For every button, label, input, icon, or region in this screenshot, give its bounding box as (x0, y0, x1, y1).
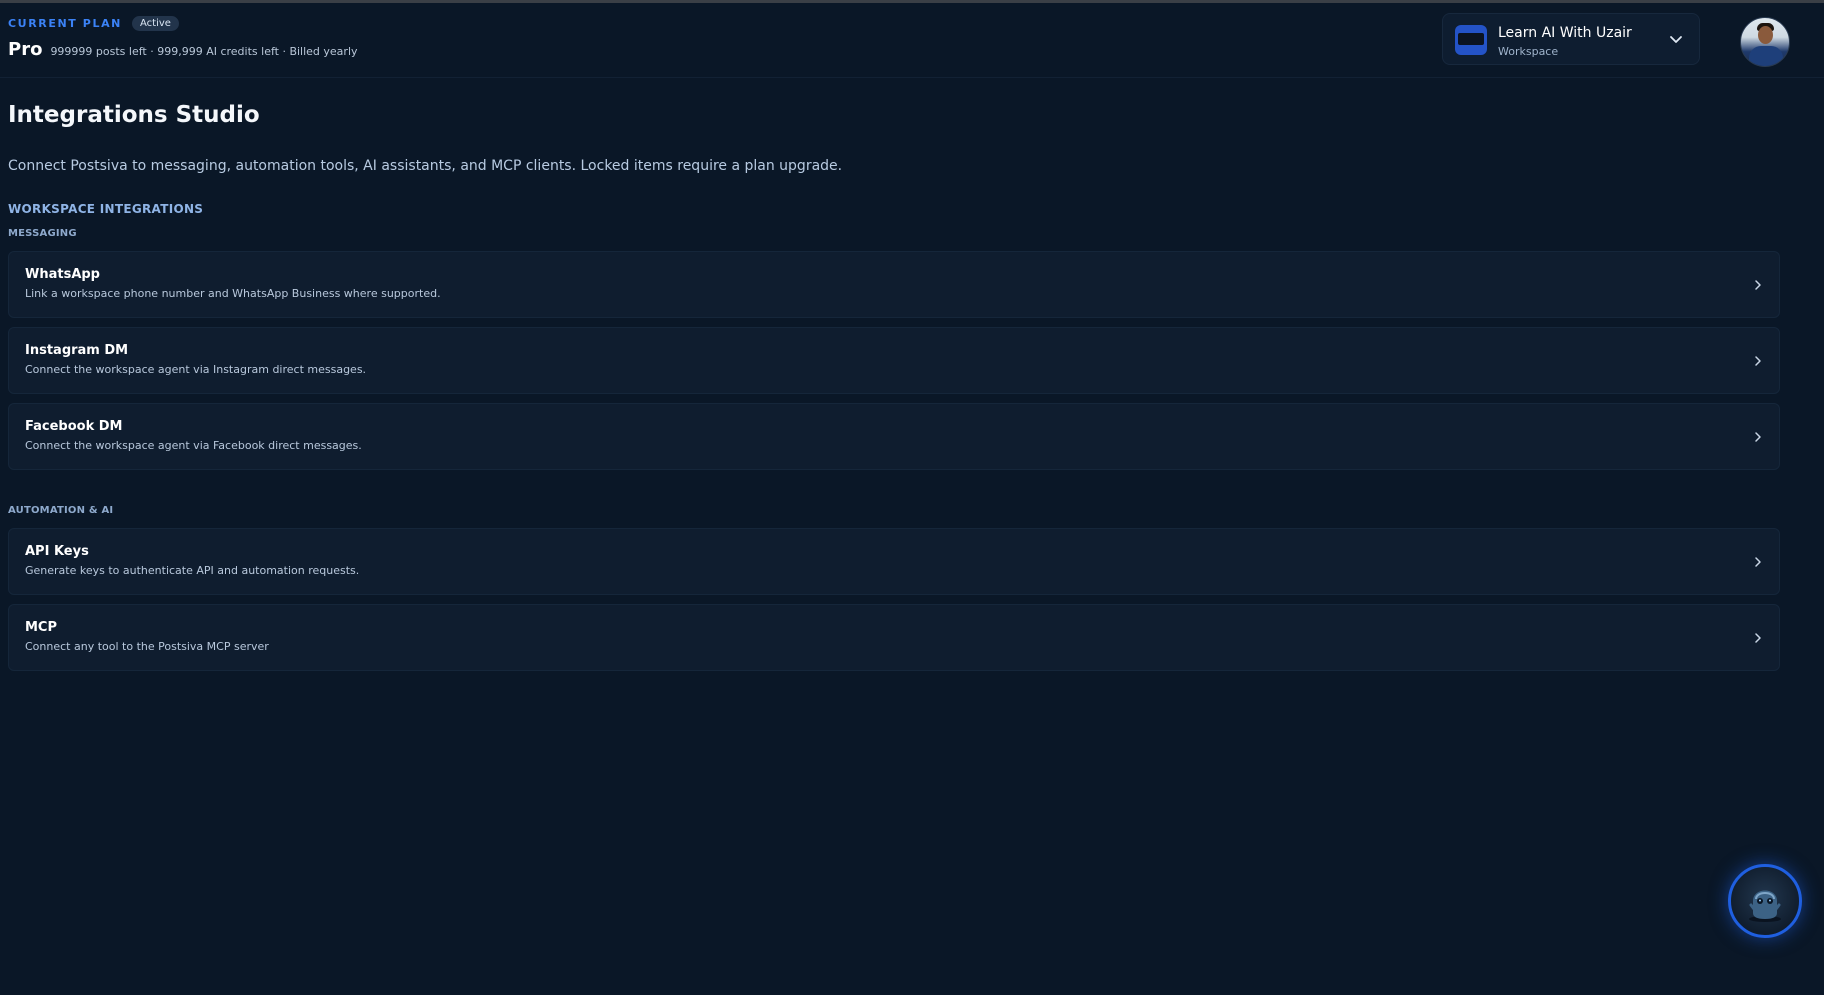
status-badge: Active (132, 16, 179, 31)
workspace-switcher[interactable]: Learn AI With Uzair Workspace (1442, 13, 1700, 65)
integration-title: Instagram DM (25, 343, 129, 358)
chevron-right-icon (1755, 557, 1761, 567)
page-title: Integrations Studio (8, 102, 260, 128)
assistant-chat-button[interactable] (1728, 864, 1802, 938)
integration-card-api-keys[interactable]: API Keys Generate keys to authenticate A… (8, 528, 1780, 595)
chevron-right-icon (1755, 633, 1761, 643)
integration-title: WhatsApp (25, 267, 100, 282)
integration-description: Connect the workspace agent via Facebook… (25, 439, 362, 452)
workspace-logo (1455, 25, 1487, 55)
integration-description: Link a workspace phone number and WhatsA… (25, 287, 441, 300)
integration-card-mcp[interactable]: MCP Connect any tool to the Postsiva MCP… (8, 604, 1780, 671)
integration-title: API Keys (25, 544, 89, 559)
integration-description: Generate keys to authenticate API and au… (25, 564, 360, 577)
robot-assistant-icon (1749, 890, 1781, 922)
integration-title: MCP (25, 620, 58, 635)
workspace-name: Learn AI With Uzair (1498, 25, 1632, 41)
group-label-automation-ai: AUTOMATION & AI (8, 505, 114, 516)
plan-name: Pro (8, 39, 43, 60)
top-bar: CURRENT PLAN Active Pro 999999 posts lef… (0, 3, 1824, 78)
integration-description: Connect any tool to the Postsiva MCP ser… (25, 640, 269, 653)
chevron-right-icon (1755, 356, 1761, 366)
chevron-right-icon (1755, 280, 1761, 290)
plan-summary: Pro 999999 posts left · 999,999 AI credi… (8, 39, 358, 60)
avatar-head (1758, 26, 1773, 44)
chevron-right-icon (1755, 432, 1761, 442)
integration-card-facebook-dm[interactable]: Facebook DM Connect the workspace agent … (8, 403, 1780, 470)
plan-usage: 999999 posts left · 999,999 AI credits l… (50, 45, 358, 58)
integration-card-whatsapp[interactable]: WhatsApp Link a workspace phone number a… (8, 251, 1780, 318)
avatar-body (1749, 46, 1783, 66)
page-description: Connect Postsiva to messaging, automatio… (8, 158, 843, 174)
group-label-messaging: MESSAGING (8, 228, 77, 239)
plan-label-row: CURRENT PLAN Active (8, 16, 179, 31)
integration-title: Facebook DM (25, 419, 123, 434)
section-heading-workspace-integrations: WORKSPACE INTEGRATIONS (8, 202, 204, 216)
integration-description: Connect the workspace agent via Instagra… (25, 363, 367, 376)
current-plan-label: CURRENT PLAN (8, 17, 122, 30)
user-avatar[interactable] (1740, 17, 1790, 67)
integration-card-instagram-dm[interactable]: Instagram DM Connect the workspace agent… (8, 327, 1780, 394)
chevron-down-icon (1670, 36, 1682, 43)
workspace-subtitle: Workspace (1498, 45, 1559, 58)
